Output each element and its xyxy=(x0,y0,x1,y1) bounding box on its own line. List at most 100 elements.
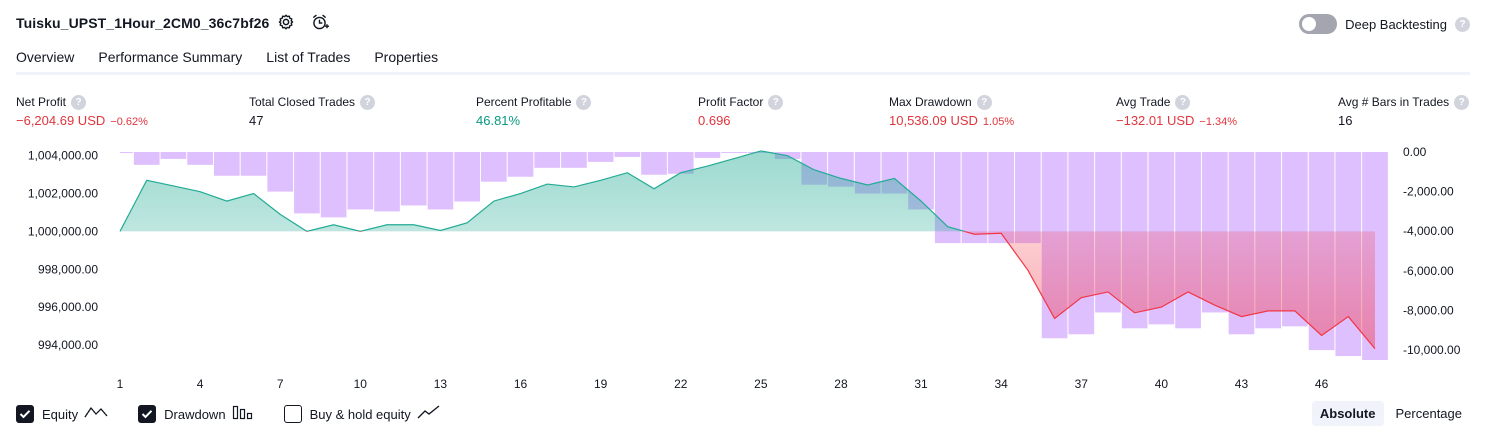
drawdown-bar xyxy=(160,151,187,159)
x-tick-label: 22 xyxy=(674,377,688,391)
equity-checkbox[interactable] xyxy=(16,405,34,423)
legend-drawdown[interactable]: Drawdown xyxy=(138,404,253,425)
x-tick-label: 10 xyxy=(354,377,368,391)
chart-legend: Equity Drawdown Buy & hold equity xyxy=(16,402,471,426)
metric-label: Avg # Bars in Trades xyxy=(1338,95,1450,109)
metric-label: Max Drawdown xyxy=(889,95,972,109)
legend-buy-hold[interactable]: Buy & hold equity xyxy=(283,404,441,425)
metric-percent: 1.05% xyxy=(982,116,1015,128)
metric-label: Profit Factor xyxy=(698,95,764,109)
drawdown-bar xyxy=(267,151,294,192)
y-left-tick-label: 1,000,000.00 xyxy=(28,224,98,238)
metric-label: Net Profit xyxy=(16,95,67,109)
y-right-tick-label: -6,000.00 xyxy=(1403,264,1454,278)
drawdown-bar xyxy=(213,151,240,176)
x-tick-label: 37 xyxy=(1075,377,1089,391)
drawdown-bar xyxy=(988,151,1015,244)
y-right-tick-label: -2,000.00 xyxy=(1403,185,1454,199)
drawdown-bar xyxy=(454,151,480,202)
metric-value: 47 xyxy=(249,113,264,128)
help-icon[interactable]: ? xyxy=(360,94,376,110)
help-icon[interactable]: ? xyxy=(71,94,87,110)
x-tick-label: 7 xyxy=(277,377,284,391)
drawdown-bar xyxy=(294,151,320,214)
help-icon[interactable]: ? xyxy=(976,94,992,110)
drawdown-checkbox[interactable] xyxy=(138,405,157,423)
help-icon[interactable]: ? xyxy=(768,94,784,110)
y-left-tick-label: 998,000.00 xyxy=(38,262,98,276)
y-right-tick-label: -4,000.00 xyxy=(1403,224,1454,238)
metric-avg-bars-in-trades: Avg # Bars in Trades? 16 xyxy=(1338,94,1470,128)
drawdown-bars-icon xyxy=(232,404,254,425)
x-tick-label: 46 xyxy=(1315,377,1329,391)
y-left-tick-label: 994,000.00 xyxy=(38,338,98,352)
top-bar: Tuisku_UPST_1Hour_2CM0_36c7bf26 Deep Bac… xyxy=(0,0,1486,44)
metric-percent: −0.62% xyxy=(110,116,148,128)
x-tick-label: 40 xyxy=(1155,377,1169,391)
help-icon[interactable]: ? xyxy=(1454,94,1470,110)
y-right-tick-label: 0.00 xyxy=(1403,145,1427,159)
help-icon[interactable]: ? xyxy=(576,94,592,110)
drawdown-bar xyxy=(587,151,614,162)
drawdown-bar xyxy=(400,151,427,206)
equity-line-icon xyxy=(84,404,108,425)
gear-icon[interactable] xyxy=(277,13,295,31)
metric-value: 46.81% xyxy=(476,113,521,128)
tab-overview[interactable]: Overview xyxy=(16,46,75,75)
metric-total-closed-trades: Total Closed Trades? 47 xyxy=(249,94,376,128)
x-tick-label: 25 xyxy=(754,377,768,391)
x-tick-label: 28 xyxy=(834,377,848,391)
legend-label: Equity xyxy=(42,406,79,422)
drawdown-bar xyxy=(614,151,641,157)
drawdown-bar xyxy=(187,151,213,165)
x-tick-label: 13 xyxy=(434,377,448,391)
metric-label: Total Closed Trades xyxy=(249,95,356,109)
drawdown-bar xyxy=(694,151,721,158)
y-left-tick-label: 996,000.00 xyxy=(38,300,98,314)
tab-properties[interactable]: Properties xyxy=(374,46,438,74)
metric-avg-trade: Avg Trade? −132.01 USD −1.34% xyxy=(1116,94,1237,128)
help-icon[interactable]: ? xyxy=(1455,16,1470,32)
drawdown-bar xyxy=(1015,151,1041,244)
percentage-button[interactable]: Percentage xyxy=(1388,401,1471,426)
y-left-tick-label: 1,002,000.00 xyxy=(28,187,98,201)
strategy-title: Tuisku_UPST_1Hour_2CM0_36c7bf26 xyxy=(16,15,270,31)
buy-hold-checkbox[interactable] xyxy=(283,405,302,423)
help-icon[interactable]: ? xyxy=(1175,94,1191,110)
metric-value: 0.696 xyxy=(698,113,731,128)
equity-chart-svg: 1,004,000.00 1,002,000.00 1,000,000.00 998,… xyxy=(28,145,1461,391)
deep-backtesting-toggle[interactable] xyxy=(1299,14,1338,34)
metric-percent: −1.34% xyxy=(1199,116,1238,128)
tab-list-of-trades[interactable]: List of Trades xyxy=(266,46,350,74)
absolute-button[interactable]: Absolute xyxy=(1311,401,1384,426)
metric-value: 16 xyxy=(1338,113,1353,128)
drawdown-bar xyxy=(374,151,400,212)
metric-label: Avg Trade xyxy=(1116,95,1171,109)
legend-label: Buy & hold equity xyxy=(309,406,411,422)
y-left-tick-label: 1,004,000.00 xyxy=(28,149,98,163)
deep-backtesting-label: Deep Backtesting xyxy=(1345,16,1447,32)
x-tick-label: 31 xyxy=(914,377,928,391)
metric-value: −132.01 USD xyxy=(1116,113,1195,128)
x-tick-label: 1 xyxy=(117,377,124,391)
metric-label: Percent Profitable xyxy=(476,95,572,109)
drawdown-bar xyxy=(480,151,507,182)
metric-percent-profitable: Percent Profitable? 46.81% xyxy=(476,94,592,128)
x-tick-label: 4 xyxy=(197,377,204,391)
drawdown-bar xyxy=(561,151,587,168)
metric-net-profit: Net Profit? −6,204.69 USD −0.62% xyxy=(16,94,148,128)
drawdown-bar xyxy=(721,151,747,153)
drawdown-bar xyxy=(641,151,667,175)
tab-performance-summary[interactable]: Performance Summary xyxy=(98,46,242,74)
x-tick-label: 19 xyxy=(594,377,608,391)
drawdown-bar xyxy=(347,151,374,210)
y-right-tick-label: -8,000.00 xyxy=(1403,303,1454,317)
drawdown-bar xyxy=(120,151,133,153)
legend-equity[interactable]: Equity xyxy=(16,404,108,425)
drawdown-bar xyxy=(507,151,534,177)
alarm-clock-plus-icon[interactable] xyxy=(311,13,329,31)
x-tick-label: 43 xyxy=(1235,377,1249,391)
metric-max-drawdown: Max Drawdown? 10,536.09 USD 1.05% xyxy=(889,94,1014,128)
equity-chart[interactable]: 1,004,000.00 1,002,000.00 1,000,000.00 998,… xyxy=(0,140,1486,400)
drawdown-bar xyxy=(427,151,454,210)
